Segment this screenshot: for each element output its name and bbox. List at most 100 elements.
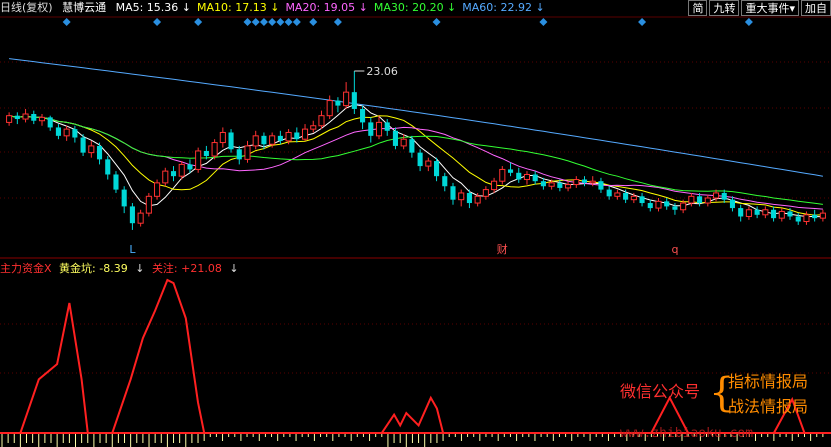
candle-body [22,113,29,120]
candle-body [261,135,267,145]
candle-body [557,182,563,188]
candle-body [55,127,61,136]
stock-name: 慧博云通 [62,1,107,14]
ma-legend: MA5: 15.36 ↓ MA10: 17.13 ↓ MA20: 19.05 ↓ MA… [116,1,551,14]
osc-line [2,278,806,434]
candle-body [63,128,70,137]
candle-body [532,174,538,182]
kline-chart: 23.06 L 财 q [0,16,831,447]
nine-turn-button[interactable]: 九转 [709,0,740,16]
candle-body [384,122,390,131]
candle-body [754,209,760,215]
watermark-line1: 指标情报局 [728,372,809,391]
diamond-marker [744,18,753,26]
candle-body [523,173,531,181]
candle-body [819,212,826,219]
candle-body [482,189,489,197]
diamond-marker [432,18,441,26]
candle-body [31,114,37,121]
candle-body [392,130,398,146]
oscillator [0,278,831,447]
candle-body [697,196,703,204]
candle-body [425,160,432,167]
down-arrow-icon: ↓ [135,262,145,275]
candle-body [318,115,325,127]
watermark-site: www.zhibiaoku.com [620,426,754,441]
candle-body [113,174,119,190]
indicator-name: 主力资金X [0,262,52,275]
candle-body [360,108,366,123]
candlesticks: 23.06 [6,65,826,230]
event-marker: q [671,243,678,256]
candle-body [623,192,629,200]
candle-body [129,206,135,224]
add-watchlist-button[interactable]: 加自 [801,0,831,16]
candle-body [375,121,383,137]
candle-body [729,199,736,209]
candle-body [812,214,818,219]
diamond-marker [268,18,277,26]
moving-average-lines [8,58,823,218]
candle-body [803,214,810,223]
dropdown-icon: ▾ [789,2,795,15]
candle-body [474,195,481,204]
candle-body [38,116,46,122]
ma60-line [9,58,823,177]
candle-body [301,128,309,140]
candle-body [162,170,169,184]
major-events-button[interactable]: 重大事件▾ [741,0,799,16]
diamond-marker [292,18,301,26]
candle-body [639,196,645,204]
diamond-marker [309,18,318,26]
attention-value: 关注: +21.08 [151,262,222,275]
candle-body [14,115,20,120]
diamond-marker [251,18,260,26]
diamond-marker [638,18,647,26]
candle-body [664,201,670,207]
candle-body [343,91,350,107]
candle-body [236,149,242,160]
candle-body [88,145,95,154]
candle-body [105,159,111,175]
candle-body [154,182,161,197]
candle-body [507,169,514,173]
candle-body [614,192,621,197]
candle-body [6,115,13,123]
candle-body [491,180,498,191]
candle-body [672,206,678,210]
candle-body [738,208,744,217]
candle-body [434,161,440,177]
candle-body [762,209,769,216]
candle-body [704,197,711,204]
candle-body [795,216,801,222]
toolbar: 简 九转 重大事件▾ 加自 [686,0,831,16]
candle-body [170,171,177,177]
candle-body [745,209,752,217]
candle-body [409,139,415,153]
golden-pit-value: 黄金坑: -8.39 [59,262,128,275]
down-arrow-icon: ↓ [229,262,239,275]
period-label: 日线(复权) [0,1,53,14]
candle-body [787,211,793,217]
candle-body [145,195,152,214]
diamond-marker [276,18,285,26]
diamond-marker [243,18,252,26]
candle-body [252,135,259,147]
major-events-label: 重大事件 [745,2,790,15]
candle-body [647,203,653,209]
candle-body [47,117,53,128]
watermark-wechat: 微信公众号 [620,382,701,401]
ma20-line [8,115,823,210]
simplified-button[interactable]: 简 [688,0,708,16]
diamond-marker [333,18,342,26]
candle-body [458,192,465,201]
signal-diamonds [62,18,753,26]
ma-legend-item: MA20: 19.05 ↓ [285,1,368,14]
candle-body [96,145,103,160]
candle-body [178,163,185,177]
watermark-line2: 战法情报局 [728,397,809,416]
candle-body [72,129,78,138]
candle-body [326,100,333,117]
event-marker: L [129,243,136,256]
diamond-marker [259,18,268,26]
